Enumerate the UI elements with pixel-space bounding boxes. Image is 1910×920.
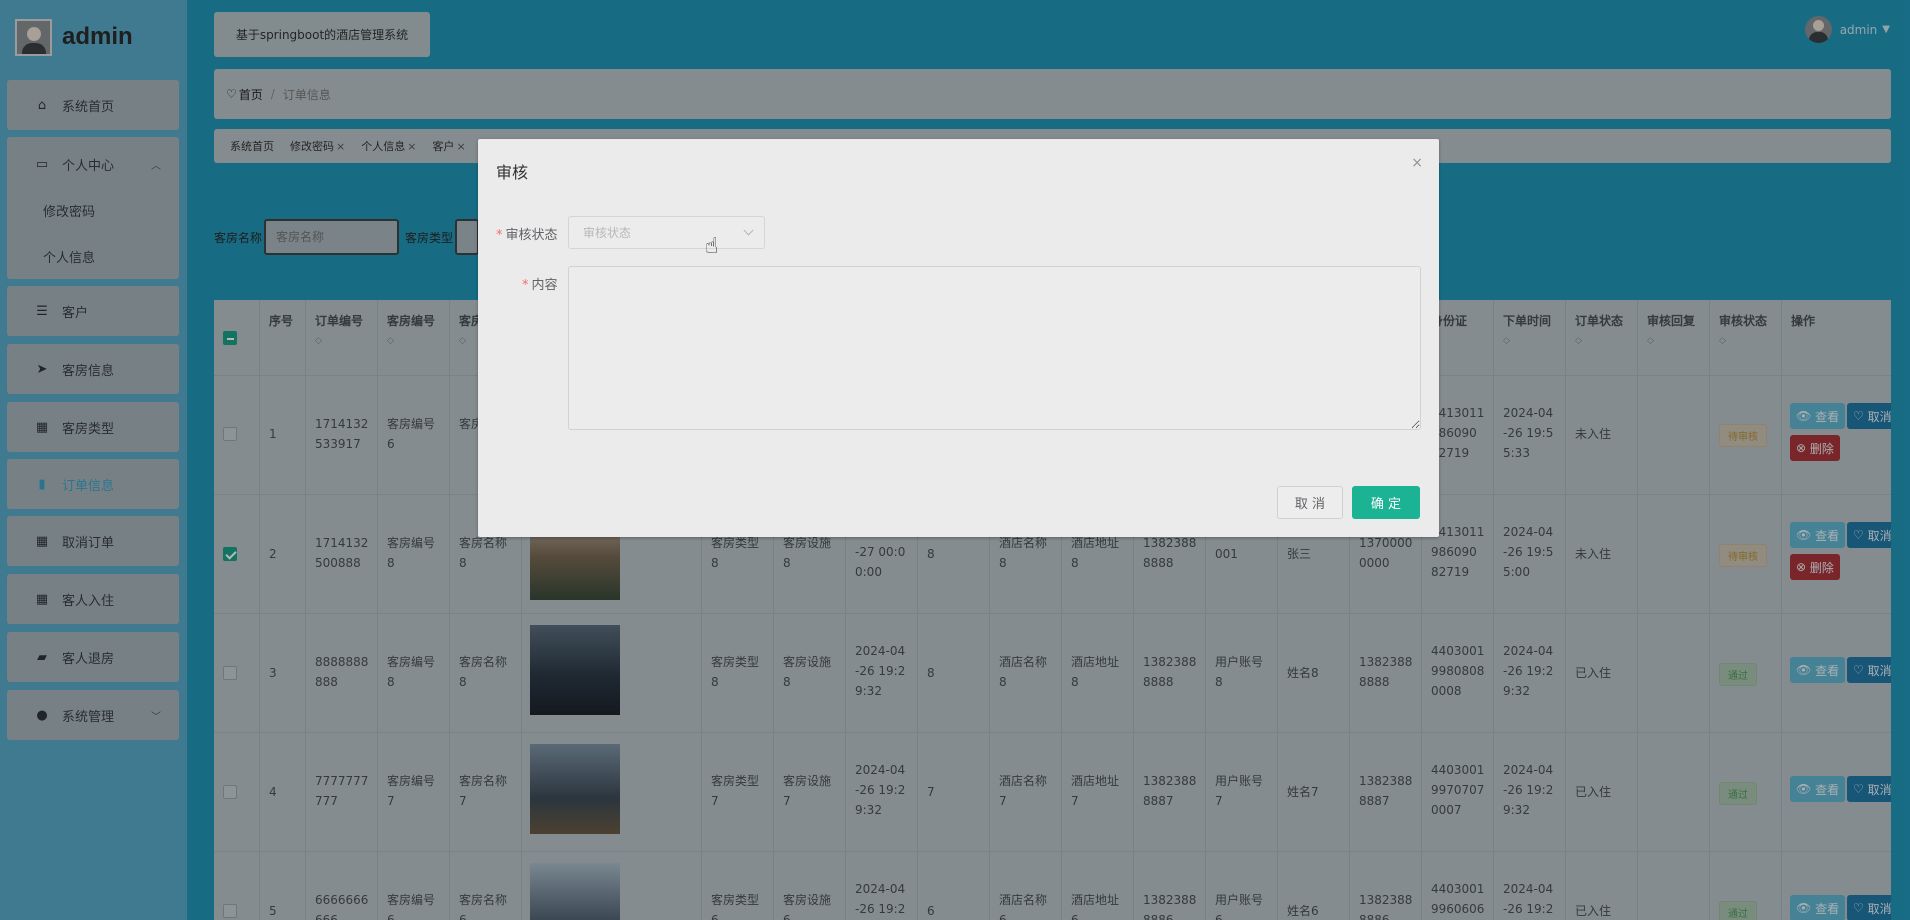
confirm-button[interactable]: 确 定 [1352,486,1420,519]
required-mark: * [496,228,503,243]
audit-status-label: * 审核状态 [496,224,558,243]
audit-dialog: 审核 × * 审核状态 审核状态 * 内容 取 消 确 定 [478,139,1439,537]
audit-status-select[interactable]: 审核状态 [568,216,765,249]
close-icon[interactable]: × [1411,155,1423,171]
required-mark: * [522,278,529,293]
hand-cursor-icon: ☝ [705,234,719,259]
chevron-down-icon [743,225,754,236]
content-textarea[interactable] [568,266,1421,430]
content-label: * 内容 [522,274,558,293]
label-text: 审核状态 [505,228,558,243]
select-placeholder: 审核状态 [583,226,632,240]
dialog-title: 审核 [496,163,529,182]
label-text: 内容 [531,278,558,293]
cancel-button[interactable]: 取 消 [1277,486,1343,519]
